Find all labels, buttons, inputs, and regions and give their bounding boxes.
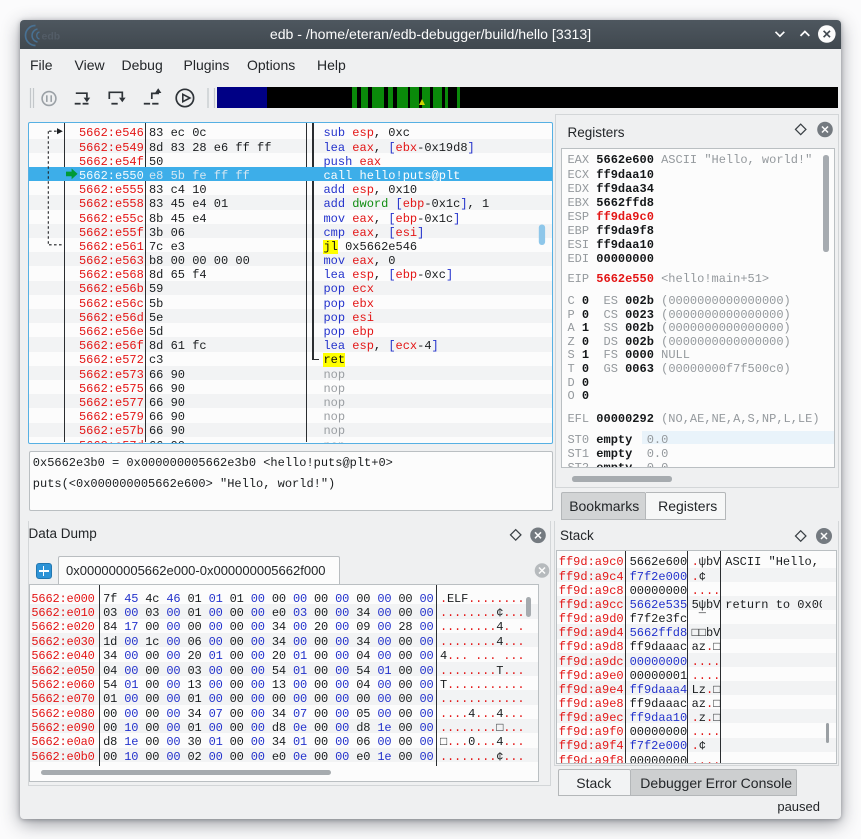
svg-text:edb: edb bbox=[42, 30, 61, 42]
